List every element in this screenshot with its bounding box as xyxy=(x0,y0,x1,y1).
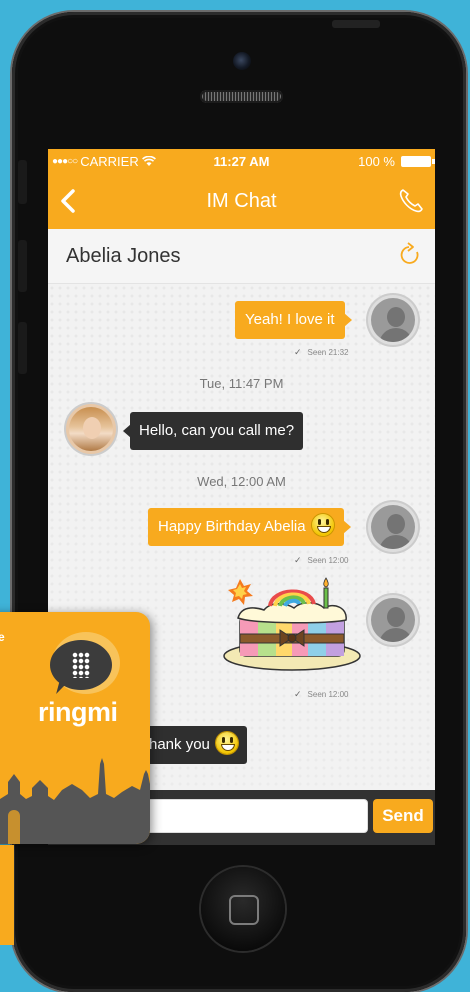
date-divider: Wed, 12:00 AM xyxy=(197,474,286,489)
seen-receipt: ✓ Seen 12:00 xyxy=(294,555,349,565)
card-edge-text: e xyxy=(0,630,5,644)
incoming-message[interactable]: hank you xyxy=(133,726,247,764)
city-skyline-icon xyxy=(0,758,150,844)
front-camera xyxy=(233,52,251,70)
avatar xyxy=(368,502,418,552)
smiley-icon xyxy=(311,514,334,537)
contact-header: Abelia Jones xyxy=(48,229,435,284)
power-button xyxy=(332,20,380,28)
phone-icon[interactable] xyxy=(397,187,425,215)
battery-percentage: 100 % xyxy=(358,153,395,169)
mute-switch xyxy=(18,160,27,204)
volume-down-button xyxy=(18,322,27,374)
message-text: Hello, can you call me? xyxy=(139,422,295,439)
avatar xyxy=(368,295,418,345)
message-text: hank you xyxy=(149,736,210,753)
smiley-icon xyxy=(215,732,238,755)
decorative-strip xyxy=(0,845,14,945)
status-bar: ●●●○○ CARRIER 11:27 AM 100 % xyxy=(48,149,435,173)
avatar xyxy=(368,595,418,645)
volume-up-button xyxy=(18,240,27,292)
nav-bar: IM Chat xyxy=(48,173,435,229)
contact-avatar xyxy=(66,404,116,454)
send-button[interactable]: Send xyxy=(373,799,433,833)
incoming-message[interactable]: Hello, can you call me? xyxy=(122,412,304,450)
outgoing-message[interactable]: Happy Birthday Abelia xyxy=(148,508,351,546)
seen-receipt: ✓ Seen 12:00 xyxy=(294,689,349,699)
battery-icon xyxy=(401,155,435,167)
refresh-icon[interactable] xyxy=(397,241,423,269)
chat-bubble-keypad-icon xyxy=(50,640,112,690)
home-button[interactable] xyxy=(201,867,285,951)
page-title: IM Chat xyxy=(206,190,277,212)
message-text: Yeah! I love it xyxy=(245,311,335,328)
earpiece-speaker xyxy=(200,90,283,103)
birthday-cake-sticker[interactable] xyxy=(220,574,365,674)
message-text: Happy Birthday Abelia xyxy=(158,518,306,535)
seen-receipt: ✓ Seen 21:32 xyxy=(294,347,349,357)
outgoing-message[interactable]: Yeah! I love it xyxy=(235,301,352,339)
ringmi-card: e ringmi xyxy=(0,612,150,844)
brand-logo: ringmi xyxy=(38,697,118,727)
contact-name: Abelia Jones xyxy=(66,245,181,267)
date-divider: Tue, 11:47 PM xyxy=(199,376,284,391)
